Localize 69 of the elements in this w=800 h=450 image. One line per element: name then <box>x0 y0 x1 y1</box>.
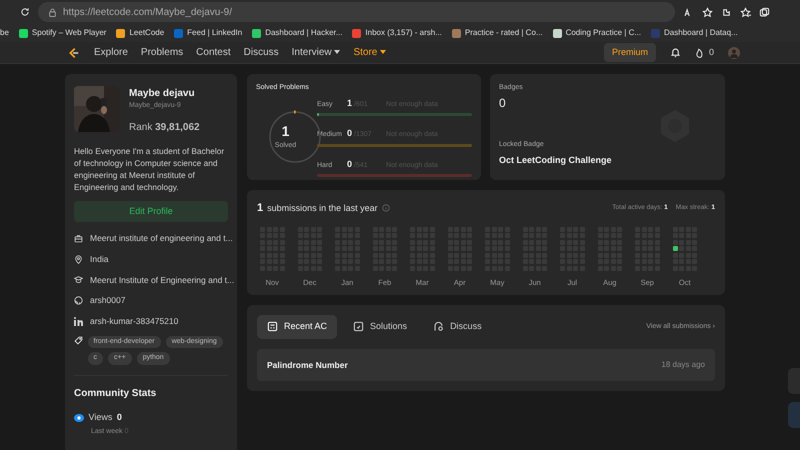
tag-icon <box>74 336 83 345</box>
badge-count: 0 <box>499 94 507 112</box>
bio-text: Hello Everyone I'm a student of Bachelor of technology in Computer science and engineering at Meerut institute of Engineering and technology. <box>74 144 226 193</box>
location-pin-icon <box>74 254 83 264</box>
solved-number: 0 <box>347 158 352 170</box>
chat-icon <box>433 321 444 332</box>
bookmark-link[interactable]: Feed | LinkedIn <box>187 27 242 39</box>
building-icon <box>74 234 83 243</box>
day-cell <box>672 252 678 258</box>
bookmark-link[interactable]: Spotify – Web Player <box>32 27 106 39</box>
bookmark-link[interactable]: Coding Practice | C... <box>566 27 642 39</box>
tab[interactable]: Recent AC <box>257 315 338 338</box>
url-text: https://leetcode.com/Maybe_dejavu-9/ <box>63 6 232 20</box>
lock-icon <box>48 8 57 16</box>
badge-name: Oct LeetCoding Challenge <box>499 154 613 167</box>
submission-row[interactable]: Palindrome Number 18 days ago <box>257 348 715 382</box>
nav-link[interactable]: Discuss <box>244 45 279 60</box>
solved-number: 1 <box>347 96 352 110</box>
extensions-icon[interactable] <box>721 6 732 18</box>
linkedin-icon <box>74 316 83 326</box>
submission-count: 1 <box>257 201 264 216</box>
caret-icon <box>334 50 340 54</box>
nav-link[interactable]: Problems <box>140 45 184 60</box>
caret-icon <box>380 50 386 54</box>
collections-icon[interactable] <box>759 6 770 18</box>
favorite-icon[interactable] <box>702 6 713 18</box>
profile-detail[interactable]: arsh-kumar-383475210 <box>90 315 178 328</box>
profile-detail: Meerut institute of engineering and t... <box>90 232 233 245</box>
day-cell <box>679 246 684 251</box>
profile-detail[interactable]: arsh0007 <box>90 294 126 308</box>
rank-text: Rank 39,81,062 <box>129 120 200 134</box>
nav-link[interactable]: Explore <box>94 45 128 60</box>
nav-link[interactable]: Interview <box>292 45 340 60</box>
streak-count: 0 <box>708 46 714 59</box>
profile-detail: Meerut Institute of Engineering and t... <box>90 274 234 286</box>
bell-icon[interactable] <box>670 47 681 58</box>
profile-detail: India <box>90 252 108 266</box>
info-icon <box>382 204 390 212</box>
bookmark-link[interactable]: Dashboard | Hacker... <box>265 27 342 39</box>
bookmark-link[interactable]: Practice - rated | Co... <box>464 27 543 39</box>
checkbox-icon <box>353 321 364 332</box>
day-cell <box>679 252 684 258</box>
time-ago: 18 days ago <box>661 358 705 371</box>
day-cell <box>679 240 684 244</box>
nav-link[interactable]: Contest <box>196 45 231 60</box>
stat-label: Views <box>88 410 112 424</box>
address-bar[interactable]: https://leetcode.com/Maybe_dejavu-9/ <box>38 2 675 22</box>
bookmark-link[interactable]: be <box>0 27 9 39</box>
list-icon <box>267 321 278 332</box>
nav-link[interactable]: Store <box>353 45 386 60</box>
section-title: Community Stats <box>74 386 158 401</box>
favorites-icon[interactable] <box>740 6 751 18</box>
tab[interactable]: Discuss <box>423 315 492 338</box>
eye-icon <box>74 414 84 422</box>
premium-button[interactable]: Premium <box>604 42 656 62</box>
solved-number: 0 <box>347 127 352 140</box>
refresh-icon[interactable] <box>20 7 30 17</box>
bookmark-link[interactable]: LeetCode <box>129 27 164 39</box>
profile-name: Maybe dejavu <box>129 87 196 101</box>
stat-value: 0 <box>116 410 122 424</box>
calendar-title: submissions in the last year <box>267 202 378 215</box>
tab[interactable]: Solutions <box>343 315 418 338</box>
day-cell <box>672 240 678 244</box>
edit-profile-button[interactable]: Edit Profile <box>74 200 228 222</box>
solved-count: 1 <box>282 124 290 138</box>
graduation-cap-icon <box>74 275 83 284</box>
bookmark-link[interactable]: Inbox (3,157) - arsh... <box>365 27 442 39</box>
problem-title: Palindrome Number <box>267 358 348 372</box>
bookmark-link[interactable]: Dashboard | Dataq... <box>664 27 738 39</box>
